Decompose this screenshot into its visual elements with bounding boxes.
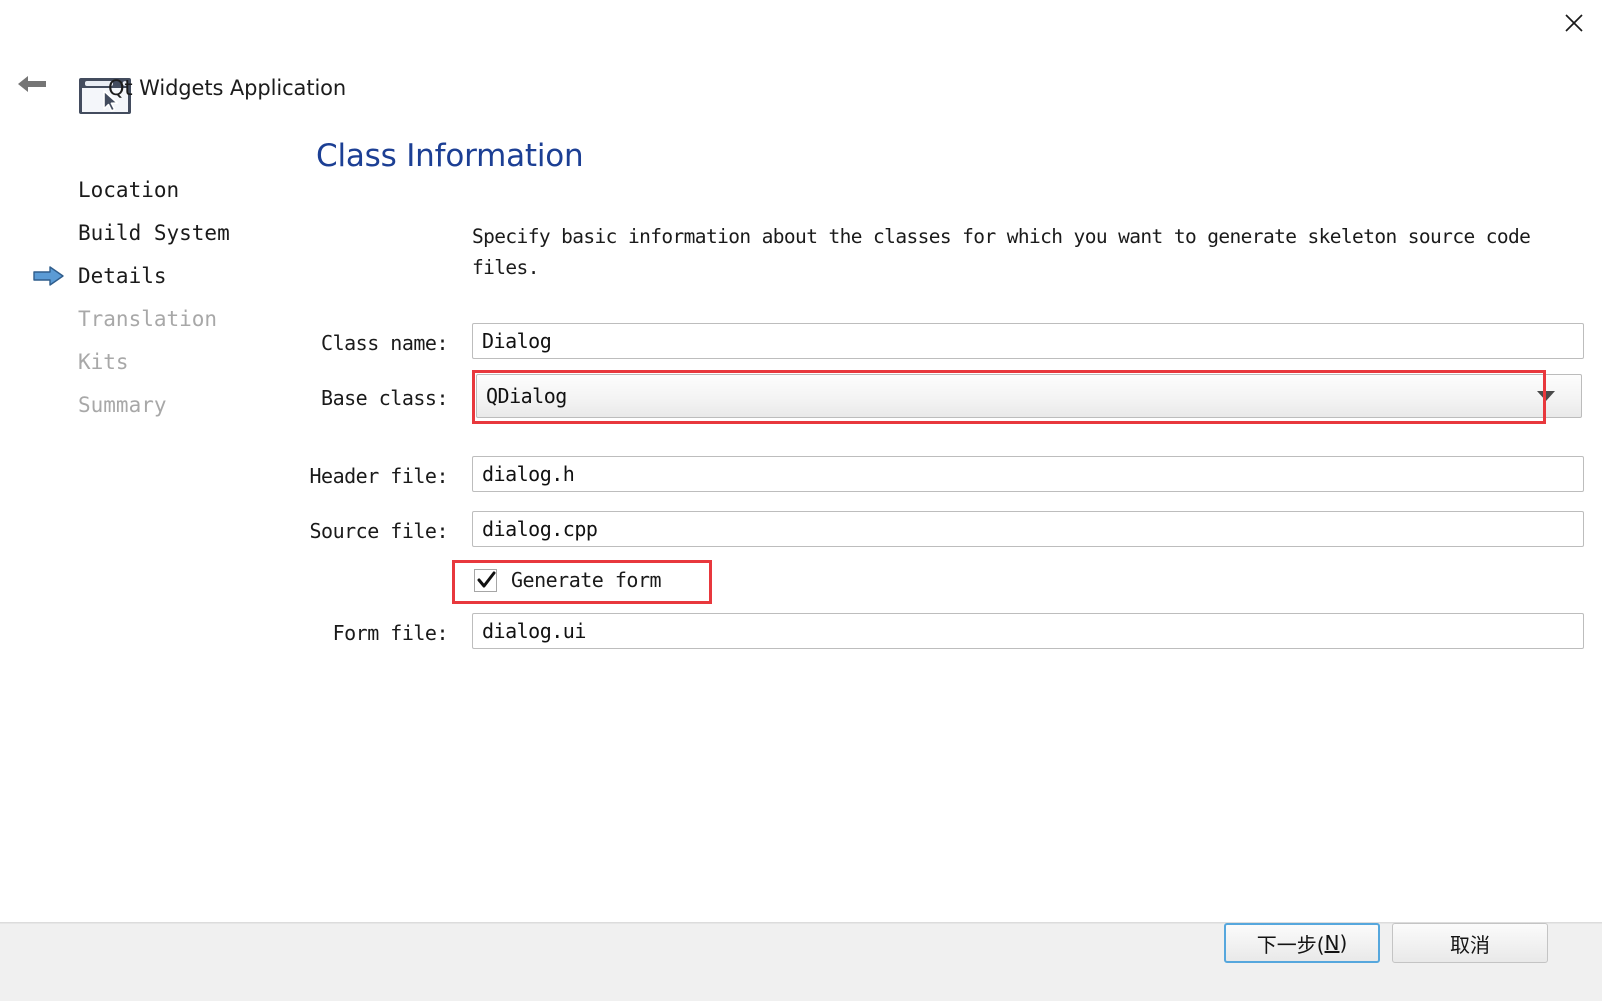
source-file-label: Source file: xyxy=(309,519,449,543)
current-step-arrow-icon xyxy=(32,265,66,287)
sidebar-item-location[interactable]: Location xyxy=(0,168,300,211)
sidebar-item-label: Details xyxy=(78,263,167,288)
generate-form-checkbox-row[interactable]: Generate form xyxy=(474,568,662,592)
form-file-input[interactable]: dialog.ui xyxy=(472,613,1584,649)
app-title: Qt Widgets Application xyxy=(108,76,347,100)
sidebar-item-label: Location xyxy=(78,177,180,202)
cancel-button[interactable]: 取消 xyxy=(1392,923,1548,963)
next-button-accel: N xyxy=(1324,931,1340,955)
sidebar-item-label: Translation xyxy=(78,306,218,331)
generate-form-label: Generate form xyxy=(511,568,662,592)
back-arrow-icon xyxy=(18,76,46,92)
generate-form-checkbox[interactable] xyxy=(474,568,497,592)
checkmark-icon xyxy=(477,571,496,587)
class-name-label: Class name: xyxy=(321,331,448,355)
sidebar-item-details[interactable]: Details xyxy=(0,254,300,297)
class-name-input[interactable]: Dialog xyxy=(472,323,1584,359)
wizard-dialog: Qt Widgets Application Location Build Sy… xyxy=(0,0,1602,1001)
source-file-input[interactable]: dialog.cpp xyxy=(472,511,1584,547)
header-file-input[interactable]: dialog.h xyxy=(472,456,1584,492)
base-class-label: Base class: xyxy=(321,386,448,410)
page-description: Specify basic information about the clas… xyxy=(472,225,1531,279)
sidebar-item-label: Build System xyxy=(78,220,230,245)
cancel-button-label: 取消 xyxy=(1450,932,1490,957)
base-class-value: QDialog xyxy=(486,384,567,408)
chevron-down-icon xyxy=(1537,391,1555,401)
next-button-label-end: ) xyxy=(1339,931,1348,955)
sidebar-item-build-system[interactable]: Build System xyxy=(0,211,300,254)
close-button[interactable] xyxy=(1554,4,1594,42)
base-class-combobox[interactable]: QDialog xyxy=(476,374,1582,418)
sidebar-item-label: Kits xyxy=(78,349,129,374)
close-icon xyxy=(1565,14,1583,32)
header-file-label: Header file: xyxy=(309,464,449,488)
next-button[interactable]: 下一步(N) xyxy=(1224,923,1380,963)
back-button[interactable] xyxy=(16,72,48,96)
sidebar-item-label: Summary xyxy=(78,392,167,417)
page-title: Class Information xyxy=(316,138,584,174)
form-file-label: Form file: xyxy=(332,621,449,645)
next-button-label: 下一步( xyxy=(1256,932,1325,957)
